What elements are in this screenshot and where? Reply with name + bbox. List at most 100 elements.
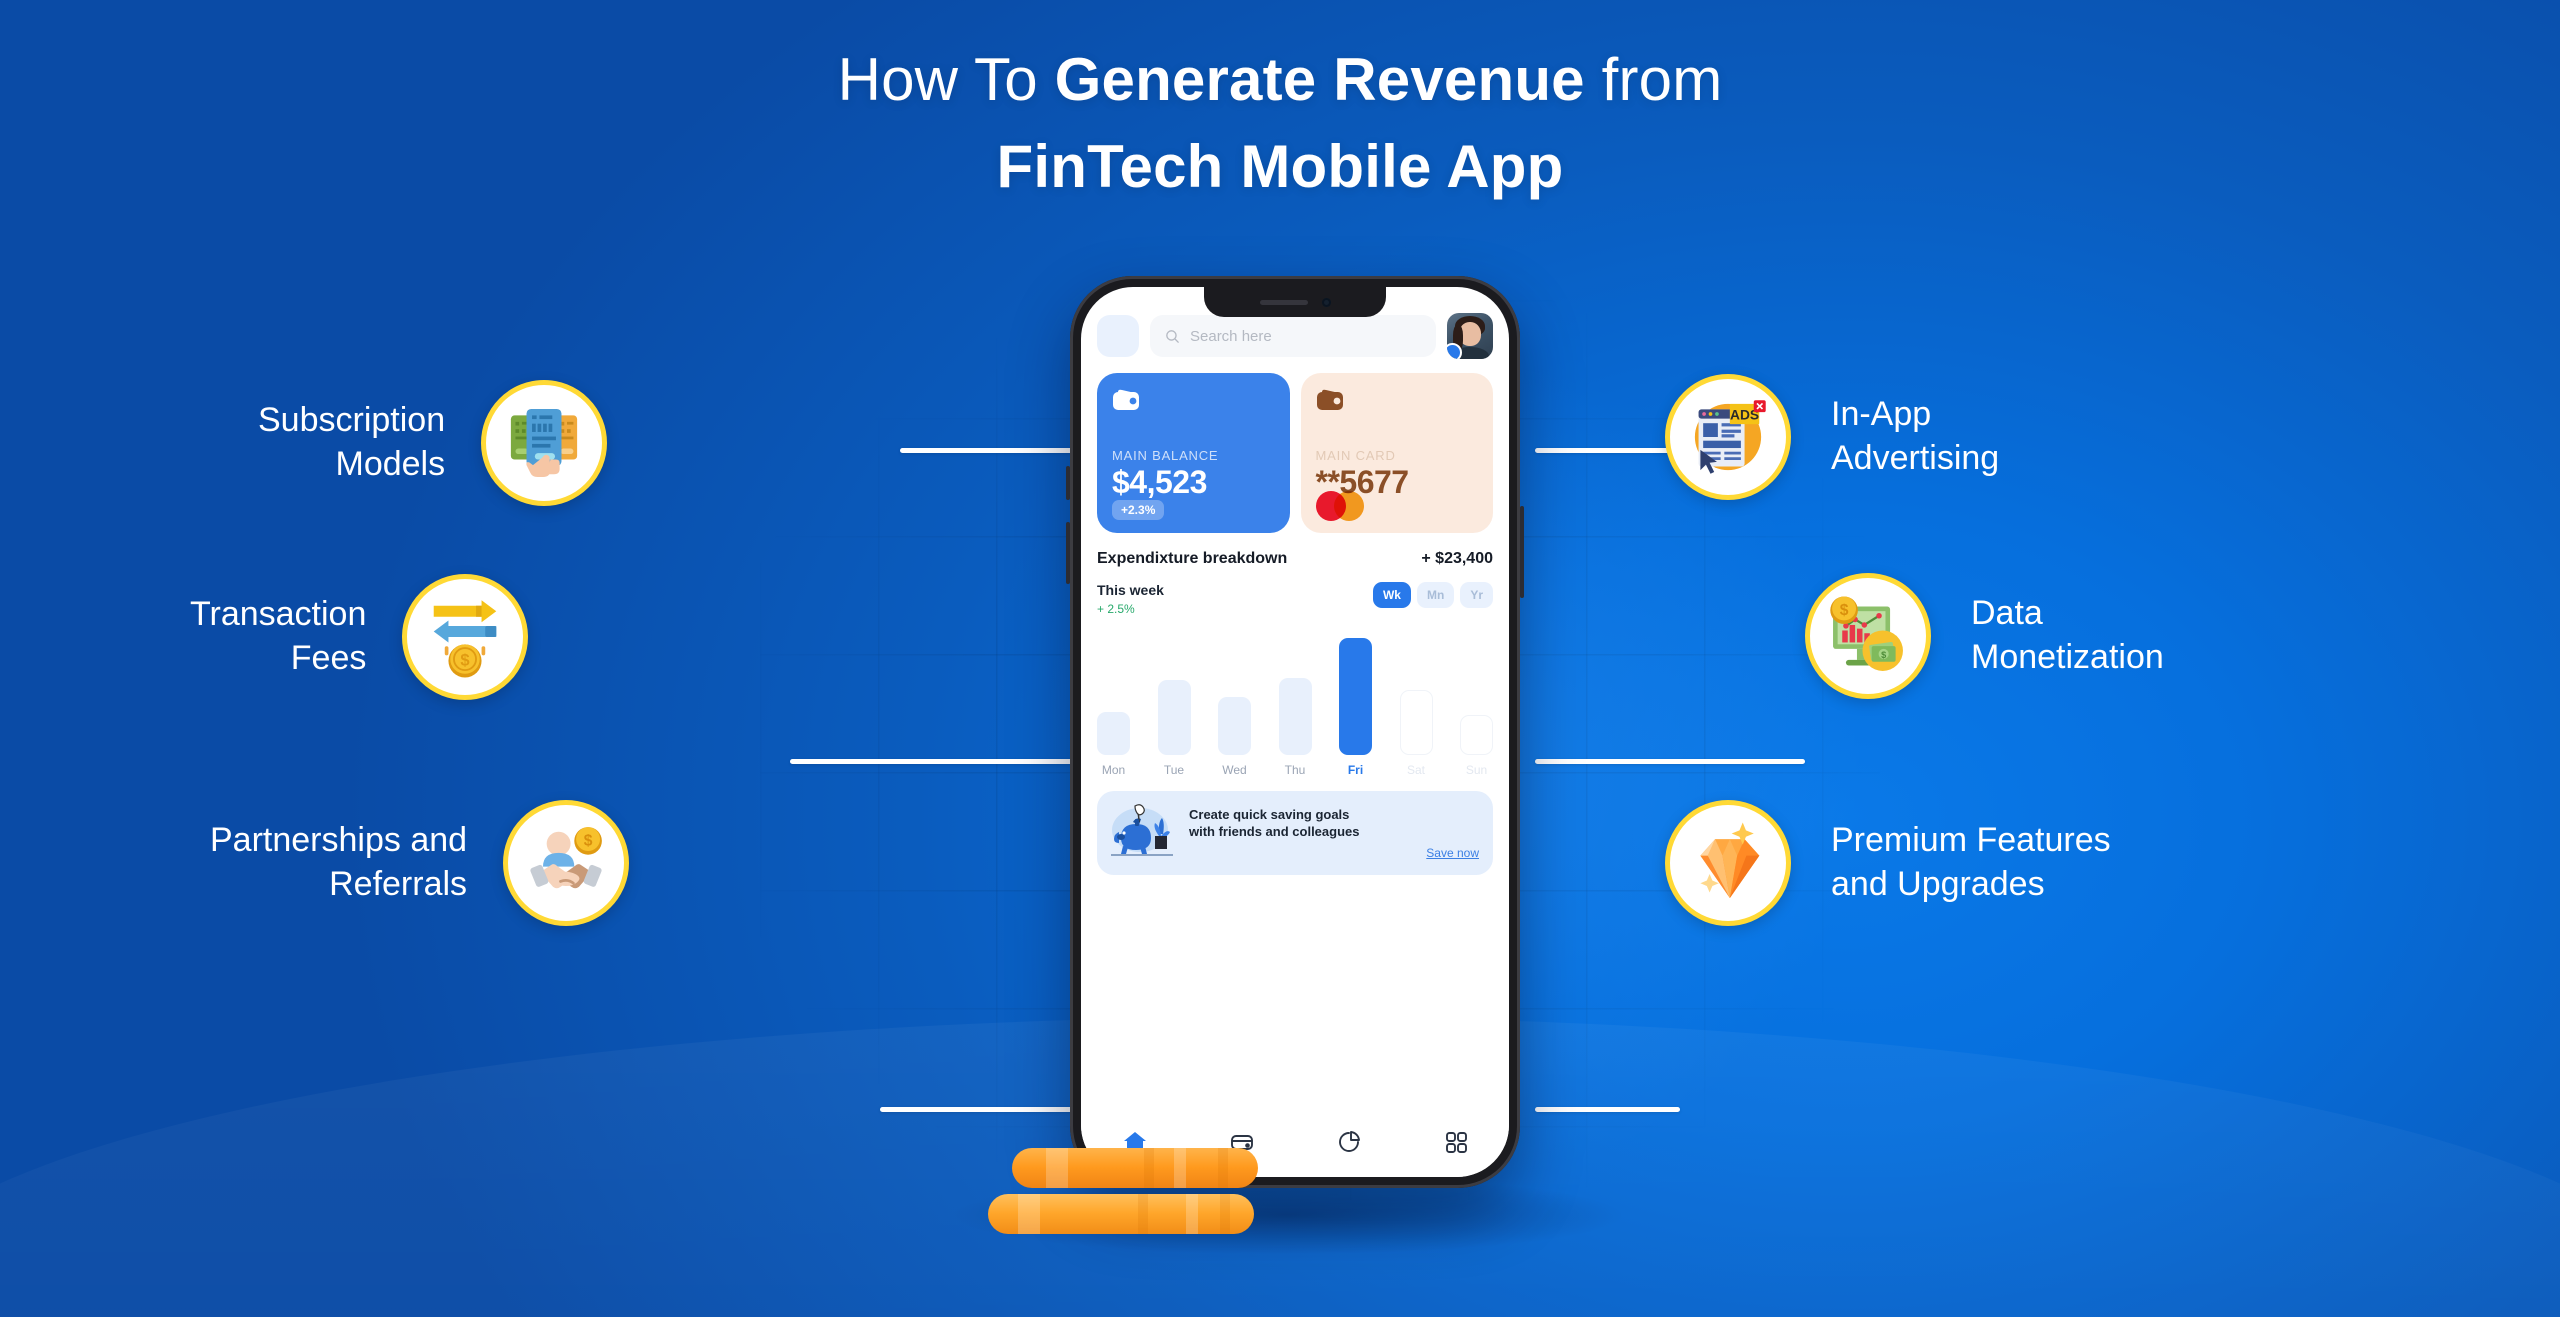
mastercard-logo <box>1315 491 1366 521</box>
chart-x-label: Mon <box>1101 763 1126 777</box>
chart-x-label: Sat <box>1406 763 1425 777</box>
saving-goals-promo[interactable]: Create quick saving goals with friends a… <box>1097 791 1493 875</box>
save-now-link[interactable]: Save now <box>1189 846 1479 860</box>
title-line-1: How To Generate Revenue from <box>838 46 1723 113</box>
node-label-transaction-fees: Transaction Fees <box>190 595 367 677</box>
chart-x-label: Wed <box>1222 763 1247 777</box>
chart-x-label: Tue <box>1163 763 1185 777</box>
coin-edge <box>1018 1194 1040 1234</box>
chart-bar <box>1339 638 1372 755</box>
subscription-cards-icon <box>510 408 578 478</box>
chart-bar <box>1460 715 1493 755</box>
icon-circle-advertising: ADS <box>1665 374 1791 500</box>
chart-x-label: Thu <box>1284 763 1306 777</box>
avatar[interactable] <box>1447 313 1493 359</box>
node-label-subscription-models: Subscription Models <box>258 401 446 483</box>
expenditure-bar-chart: Mon Tue Wed Thu Fri Sat Sun <box>1081 630 1509 777</box>
node-in-app-advertising[interactable]: ADS In-App Advertising <box>1665 374 1999 500</box>
coin-stack-top <box>1012 1148 1258 1188</box>
phone-speaker <box>1259 299 1308 305</box>
page-title: How To Generate Revenue from FinTech Mob… <box>0 48 2560 198</box>
svg-text:$: $ <box>1881 650 1886 660</box>
phone-front-camera <box>1321 297 1331 307</box>
coin-edge <box>1138 1194 1148 1234</box>
ads-browser-icon: ADS <box>1694 400 1766 474</box>
coin-edge <box>1046 1148 1068 1188</box>
nav-analytics-button[interactable] <box>1336 1129 1362 1160</box>
chart-x-label: Fri <box>1347 763 1364 777</box>
week-summary-row: This week + 2.5% Wk Mn Yr <box>1081 568 1509 616</box>
handshake-coin-icon: $ <box>530 827 602 889</box>
pie-chart-icon <box>1338 1130 1360 1152</box>
connector-line-data-monetization <box>1535 759 1805 764</box>
toggle-year[interactable]: Yr <box>1460 582 1493 608</box>
chart-bar <box>1157 680 1191 755</box>
node-data-monetization[interactable]: $ $ Data Monetization <box>1805 573 2164 699</box>
coin-stack-bottom <box>988 1194 1254 1234</box>
coin-edge <box>1144 1148 1154 1188</box>
toggle-week[interactable]: Wk <box>1372 582 1411 608</box>
data-chart-money-icon: $ $ <box>1830 596 1903 671</box>
toggle-month[interactable]: Mn <box>1416 582 1455 608</box>
coin-edge <box>1174 1148 1186 1188</box>
connector-line-subscription <box>900 448 1085 453</box>
chart-bar-column[interactable] <box>1339 638 1372 755</box>
diamond-gem-icon <box>1700 822 1760 898</box>
online-status-dot <box>1447 343 1462 359</box>
search-input[interactable]: Search here <box>1150 315 1436 357</box>
main-card-label: MAIN CARD <box>1315 448 1396 463</box>
balance-cards: MAIN BALANCE $4,523 +2.3% MAIN CARD **56… <box>1081 359 1509 533</box>
menu-square-icon[interactable] <box>1097 315 1139 357</box>
main-balance-label: MAIN BALANCE <box>1112 448 1219 463</box>
title-highlight: Generate Revenue <box>1054 46 1585 113</box>
wallet-icon <box>1316 389 1343 410</box>
chart-bar <box>1097 712 1130 755</box>
main-balance-card[interactable]: MAIN BALANCE $4,523 +2.3% <box>1097 373 1290 533</box>
title-line-2: FinTech Mobile App <box>996 133 1564 200</box>
connector-line-premium <box>1535 1107 1680 1112</box>
chart-bar-column[interactable] <box>1097 712 1130 755</box>
expenditure-title: Expendixture breakdown <box>1097 550 1288 567</box>
phone-mockup: Search here MAIN BALANCE $4,523 +2.3% MA… <box>1066 276 1524 1188</box>
promo-text: Create quick saving goals with friends a… <box>1189 806 1479 861</box>
main-card-card[interactable]: MAIN CARD **5677 <box>1300 373 1493 533</box>
node-partnerships-referrals[interactable]: Partnerships and Referrals $ <box>210 800 630 926</box>
week-change: + 2.5% <box>1097 602 1135 616</box>
piggy-bank-icon <box>1111 804 1173 856</box>
connector-line-partnerships <box>880 1107 1090 1112</box>
icon-circle-partnerships: $ <box>503 800 630 926</box>
expenditure-amount: + $23,400 <box>1421 550 1493 567</box>
icon-circle-premium <box>1665 800 1791 926</box>
connector-line-transaction-fees <box>790 759 1090 764</box>
chart-bar-column[interactable] <box>1157 680 1191 755</box>
phone-screen: Search here MAIN BALANCE $4,523 +2.3% MA… <box>1081 287 1509 1177</box>
promo-line-1: Create quick saving goals <box>1189 806 1350 822</box>
connector-line-advertising <box>1535 448 1680 453</box>
chart-bar-column[interactable] <box>1399 690 1433 755</box>
week-summary: This week + 2.5% <box>1097 582 1164 616</box>
chart-bar <box>1399 690 1433 755</box>
node-subscription-models[interactable]: Subscription Models <box>258 380 608 506</box>
mastercard-yellow-circle <box>1333 491 1364 521</box>
balance-change-badge: +2.3% <box>1112 500 1165 520</box>
chart-bars <box>1097 630 1493 755</box>
icon-circle-data-monetization: $ $ <box>1805 573 1931 699</box>
week-label: This week <box>1097 582 1164 598</box>
nav-grid-button[interactable] <box>1443 1129 1469 1160</box>
search-icon <box>1166 329 1179 343</box>
chart-x-labels: Mon Tue Wed Thu Fri Sat Sun <box>1097 763 1493 777</box>
chart-bar-column[interactable] <box>1218 697 1251 755</box>
svg-text:$: $ <box>1840 602 1849 619</box>
chart-bar-column[interactable] <box>1278 678 1312 755</box>
coin-edge <box>1220 1194 1230 1234</box>
title-suffix: from <box>1584 46 1723 113</box>
chart-bar-column[interactable] <box>1460 715 1493 755</box>
period-toggle-group: Wk Mn Yr <box>1372 582 1493 608</box>
node-transaction-fees[interactable]: Transaction Fees $ <box>190 574 529 700</box>
node-premium-features[interactable]: Premium Features and Upgrades <box>1665 800 2111 926</box>
icon-circle-transaction-fees: $ <box>402 574 529 700</box>
node-label-in-app-advertising: In-App Advertising <box>1831 395 2000 477</box>
wallet-icon <box>1113 389 1139 410</box>
transaction-arrows-coin-icon: $ <box>434 600 497 678</box>
chart-bar <box>1278 678 1312 755</box>
